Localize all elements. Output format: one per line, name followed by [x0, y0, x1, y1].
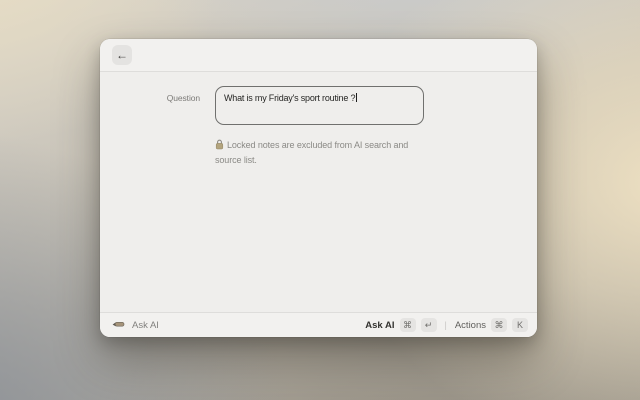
actions-label: Actions: [455, 320, 486, 331]
locked-note-text: Locked notes are excluded from AI search…: [215, 140, 408, 165]
window-footer: Ask AI Ask AI ⌘ ↵ | Actions ⌘ K: [100, 312, 537, 337]
footer-separator: |: [445, 320, 447, 330]
back-arrow-icon: ←: [116, 48, 128, 62]
question-text: What is my Friday's sport routine ?: [224, 93, 355, 103]
ask-ai-window: ← Question What is my Friday's sport rou…: [100, 39, 537, 337]
command-key-badge: ⌘: [400, 318, 416, 332]
actions-button[interactable]: Actions ⌘ K: [455, 318, 528, 332]
locked-note: Locked notes are excluded from AI search…: [215, 139, 429, 167]
back-button[interactable]: ←: [112, 45, 132, 65]
command-key-badge: ⌘: [491, 318, 507, 332]
footer-actions: Ask AI ⌘ ↵ | Actions ⌘ K: [365, 318, 528, 332]
ask-ai-label: Ask AI: [365, 320, 394, 331]
ask-ai-button[interactable]: Ask AI ⌘ ↵: [365, 318, 436, 332]
k-key-badge: K: [512, 318, 528, 332]
return-key-badge: ↵: [421, 318, 437, 332]
window-header: ←: [100, 39, 537, 72]
question-input[interactable]: What is my Friday's sport routine ?: [215, 86, 424, 125]
text-caret: [356, 93, 357, 102]
footer-left-label: Ask AI: [132, 320, 159, 331]
footer-app-indicator: Ask AI: [112, 316, 159, 334]
pen-icon: [112, 316, 125, 334]
window-body: Question What is my Friday's sport routi…: [100, 73, 537, 312]
lock-icon: [215, 139, 224, 154]
question-label: Question: [100, 93, 200, 103]
